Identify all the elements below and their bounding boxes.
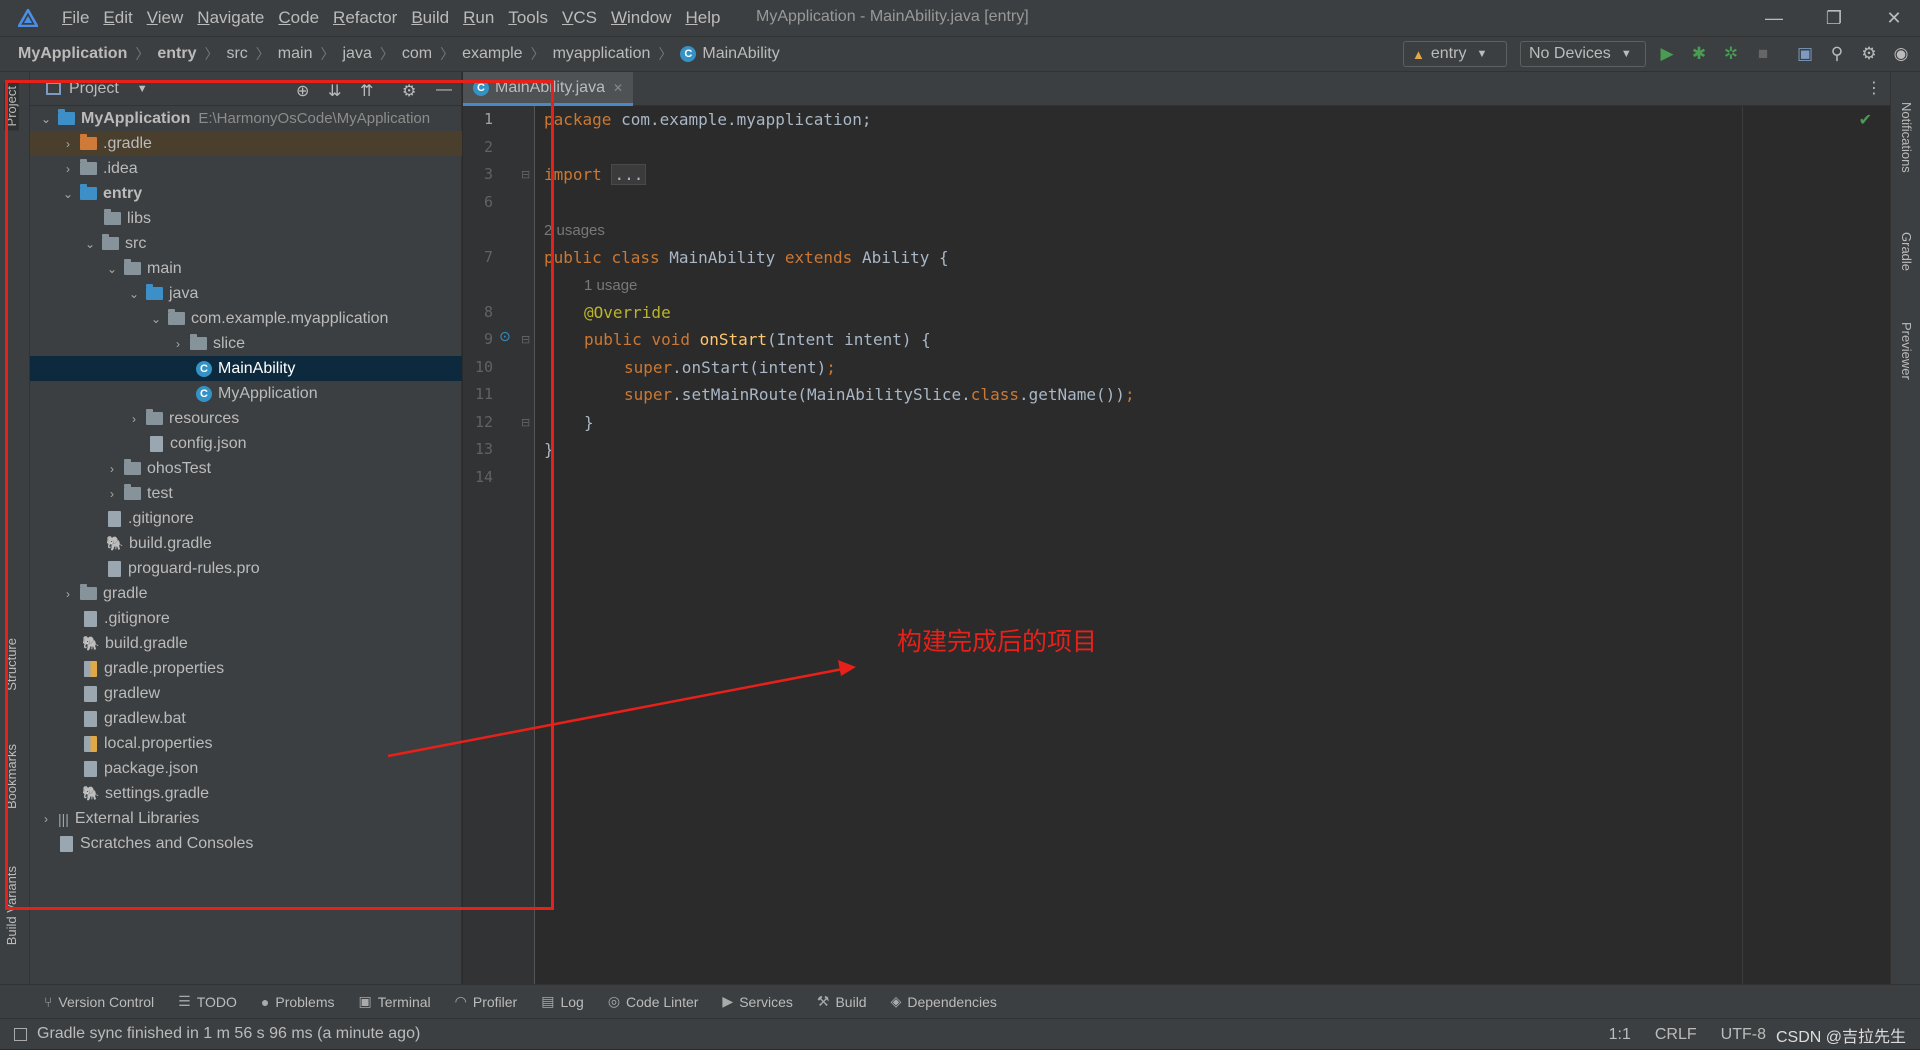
annotation-label: 构建完成后的项目	[897, 627, 1098, 656]
annotation-arrow	[387, 660, 856, 758]
